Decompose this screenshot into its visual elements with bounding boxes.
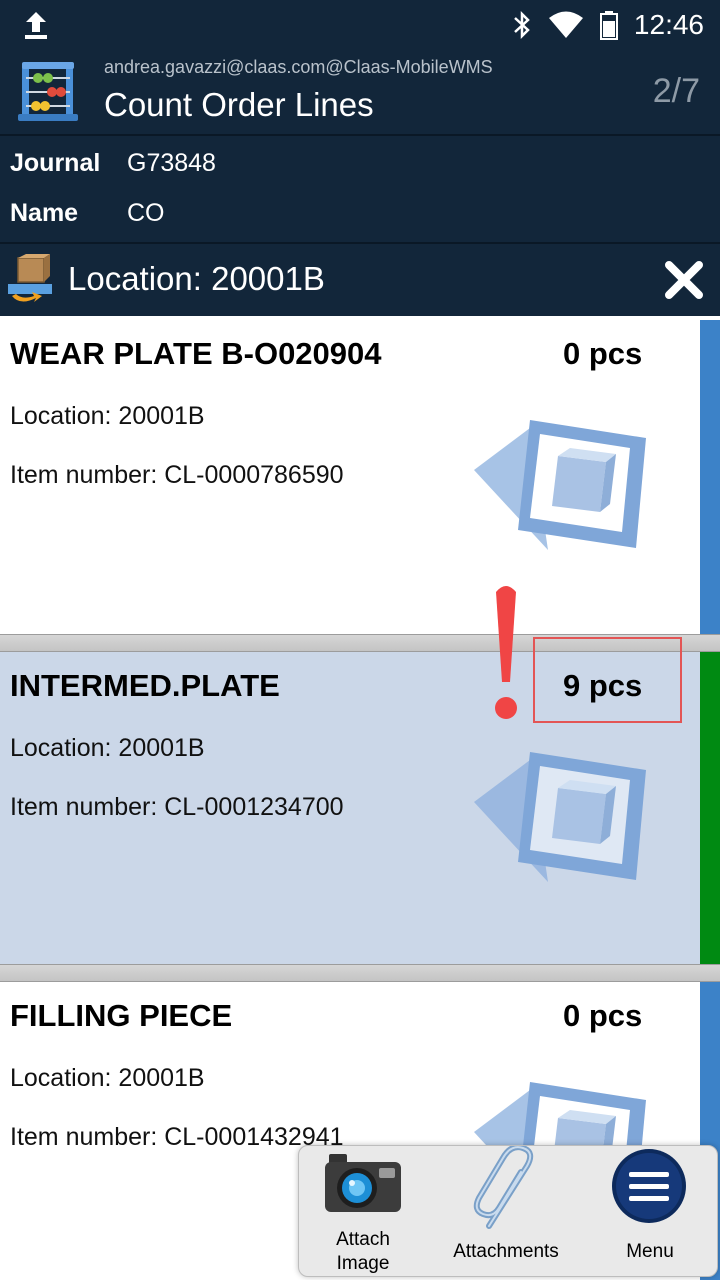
line-separator bbox=[0, 964, 720, 982]
attach-image-button[interactable]: Attach Image bbox=[311, 1146, 415, 1276]
line-item-number: Item number: CL-0001234700 bbox=[10, 793, 344, 821]
app-header: andrea.gavazzi@claas.com@Claas-MobileWMS… bbox=[0, 50, 720, 136]
location-bar: Location: 20001B bbox=[0, 244, 720, 316]
attach-image-label-1: Attach bbox=[336, 1229, 390, 1250]
line-item-name: INTERMED.PLATE bbox=[10, 668, 280, 703]
line-item-name: WEAR PLATE B-O020904 bbox=[10, 336, 382, 371]
line-accent bbox=[700, 652, 720, 964]
attach-image-label-2: Image bbox=[336, 1253, 390, 1274]
wifi-icon bbox=[548, 11, 583, 38]
close-icon[interactable] bbox=[662, 258, 706, 302]
menu-icon bbox=[612, 1149, 686, 1223]
menu-label: Menu bbox=[626, 1241, 674, 1262]
camera-icon bbox=[325, 1154, 401, 1212]
paperclip-icon bbox=[473, 1146, 534, 1229]
menu-button[interactable]: Menu bbox=[595, 1146, 705, 1276]
item-image-placeholder-icon[interactable] bbox=[470, 420, 650, 570]
status-bar: 12:46 bbox=[0, 0, 720, 50]
line-item-number: Item number: CL-0000786590 bbox=[10, 461, 344, 489]
name-label: Name bbox=[10, 198, 79, 227]
item-image-placeholder-icon[interactable] bbox=[470, 752, 650, 902]
quantity-highlight bbox=[533, 637, 682, 723]
journal-label: Journal bbox=[10, 148, 101, 177]
location-title: Location: 20001B bbox=[68, 260, 325, 297]
user-account: andrea.gavazzi@claas.com@Claas-MobileWMS bbox=[104, 57, 493, 77]
line-quantity: 0 pcs bbox=[563, 998, 643, 1033]
journal-row: Journal G73848 bbox=[10, 143, 216, 183]
upload-icon bbox=[25, 12, 47, 39]
line-item-number: Item number: CL-0001432941 bbox=[10, 1123, 344, 1151]
action-bar: Attach Image Attachments Menu bbox=[298, 1145, 718, 1277]
journal-value: G73848 bbox=[127, 148, 216, 177]
name-row: Name CO bbox=[10, 193, 165, 233]
abacus-icon bbox=[18, 62, 78, 121]
attachments-button[interactable]: Attachments bbox=[441, 1146, 571, 1276]
page-counter: 2/7 bbox=[652, 72, 700, 110]
bluetooth-icon bbox=[514, 10, 530, 40]
order-line[interactable]: WEAR PLATE B-O020904 0 pcs Location: 200… bbox=[0, 320, 720, 634]
line-location: Location: 20001B bbox=[10, 1064, 205, 1092]
name-value: CO bbox=[127, 198, 165, 227]
location-transfer-icon bbox=[8, 254, 52, 302]
journal-info: Journal G73848 Name CO bbox=[0, 136, 720, 244]
battery-icon bbox=[599, 11, 618, 40]
warning-exclamation-icon bbox=[495, 586, 517, 719]
clock: 12:46 bbox=[633, 9, 704, 40]
line-location: Location: 20001B bbox=[10, 734, 205, 762]
attachments-label: Attachments bbox=[453, 1241, 559, 1262]
line-location: Location: 20001B bbox=[10, 402, 205, 430]
line-item-name: FILLING PIECE bbox=[10, 998, 233, 1033]
line-accent bbox=[700, 320, 720, 634]
page-title: Count Order Lines bbox=[104, 86, 374, 123]
line-quantity: 0 pcs bbox=[563, 336, 643, 371]
